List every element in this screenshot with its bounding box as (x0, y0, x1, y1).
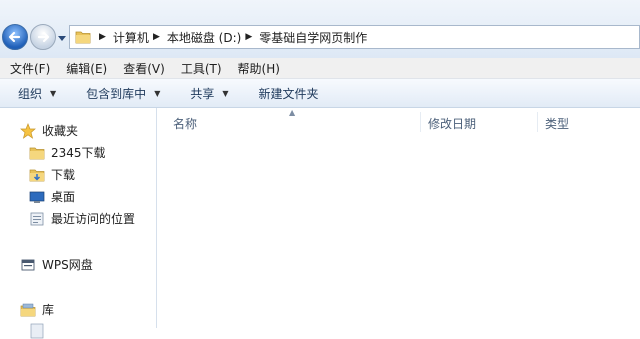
back-arrow-icon (8, 31, 21, 43)
nav-wps-label: WPS网盘 (42, 258, 93, 272)
breadcrumb-arrow-icon[interactable]: ▶ (99, 32, 106, 42)
menu-view[interactable]: 查看(V) (123, 60, 165, 77)
new-folder-label: 新建文件夹 (258, 86, 319, 101)
forward-arrow-icon (37, 31, 50, 43)
nav-favorites-label: 收藏夹 (42, 124, 79, 138)
column-divider[interactable] (537, 112, 538, 132)
breadcrumb-arrow-icon[interactable]: ▶ (245, 32, 252, 42)
recent-places-icon (30, 212, 44, 225)
column-header-name[interactable]: 名称 (173, 115, 197, 132)
new-folder-button[interactable]: 新建文件夹 (259, 85, 319, 102)
nav-library-subitem[interactable] (29, 323, 51, 339)
library-icon (20, 303, 36, 316)
menu-edit[interactable]: 编辑(E) (66, 60, 107, 77)
nav-item-label: 2345下载 (51, 146, 106, 160)
breadcrumb-arrow-icon[interactable]: ▶ (153, 32, 160, 42)
recent-pages-dropdown-icon[interactable] (58, 34, 66, 42)
chevron-down-icon: ▼ (50, 88, 57, 98)
nav-item-desktop[interactable]: 桌面 (29, 188, 75, 205)
chevron-down-icon: ▼ (154, 88, 161, 98)
address-bar-area: ▶ 计算机 ▶ 本地磁盘 (D:) ▶ 零基础自学网页制作 (0, 0, 640, 58)
menu-bar: 文件(F) 编辑(E) 查看(V) 工具(T) 帮助(H) (0, 58, 640, 79)
column-header-type[interactable]: 类型 (545, 115, 569, 132)
menu-help[interactable]: 帮助(H) (238, 60, 280, 77)
nav-item-label: 下载 (51, 168, 76, 182)
folder-icon (29, 147, 45, 159)
chevron-down-icon: ▼ (222, 88, 229, 98)
file-list[interactable]: ▲ 名称 修改日期 类型 (157, 108, 640, 328)
organize-label: 组织 (18, 86, 43, 101)
wps-drive-icon (21, 259, 35, 270)
forward-button[interactable] (30, 24, 56, 50)
breadcrumb-current-folder[interactable]: 零基础自学网页制作 (259, 29, 367, 46)
nav-favorites[interactable]: 收藏夹 (20, 122, 78, 139)
back-button[interactable] (2, 24, 28, 50)
breadcrumb-label: 零基础自学网页制作 (259, 30, 368, 45)
menu-tools[interactable]: 工具(T) (181, 60, 222, 77)
menu-file[interactable]: 文件(F) (10, 60, 50, 77)
share-button[interactable]: 共享 ▼ (190, 85, 228, 102)
nav-item-label: 最近访问的位置 (51, 212, 136, 226)
column-divider[interactable] (420, 112, 421, 132)
nav-item-label: 桌面 (51, 190, 76, 204)
breadcrumb-label: 计算机 (112, 30, 149, 45)
share-label: 共享 (190, 86, 215, 101)
downloads-folder-icon (29, 169, 45, 181)
folder-icon (75, 31, 91, 44)
library-subitem-icon (30, 323, 44, 339)
sort-ascending-icon: ▲ (289, 108, 296, 117)
nav-wps-drive[interactable]: WPS网盘 (20, 256, 93, 273)
nav-item-downloads[interactable]: 下载 (29, 166, 75, 183)
nav-item-recent-places[interactable]: 最近访问的位置 (29, 210, 135, 227)
desktop-icon (29, 191, 45, 203)
breadcrumb-local-disk[interactable]: 本地磁盘 (D:) ▶ (167, 29, 259, 46)
nav-libraries-label: 库 (42, 303, 55, 317)
address-box[interactable]: ▶ 计算机 ▶ 本地磁盘 (D:) ▶ 零基础自学网页制作 (69, 25, 640, 49)
nav-item-2345-downloads[interactable]: 2345下载 (29, 144, 106, 161)
include-in-library-button[interactable]: 包含到库中 ▼ (86, 85, 160, 102)
star-icon (20, 122, 36, 139)
breadcrumb-computer[interactable]: 计算机 ▶ (113, 29, 167, 46)
organize-button[interactable]: 组织 ▼ (18, 85, 56, 102)
nav-libraries[interactable]: 库 (20, 301, 54, 318)
include-in-library-label: 包含到库中 (86, 86, 147, 101)
command-toolbar: 组织 ▼ 包含到库中 ▼ 共享 ▼ 新建文件夹 (0, 79, 640, 108)
breadcrumb-label: 本地磁盘 (D:) (166, 30, 242, 45)
navigation-pane: 收藏夹 2345下载 下载 桌面 最近访问的位置 WPS网盘 库 (0, 108, 157, 339)
column-header-date-modified[interactable]: 修改日期 (428, 115, 476, 132)
